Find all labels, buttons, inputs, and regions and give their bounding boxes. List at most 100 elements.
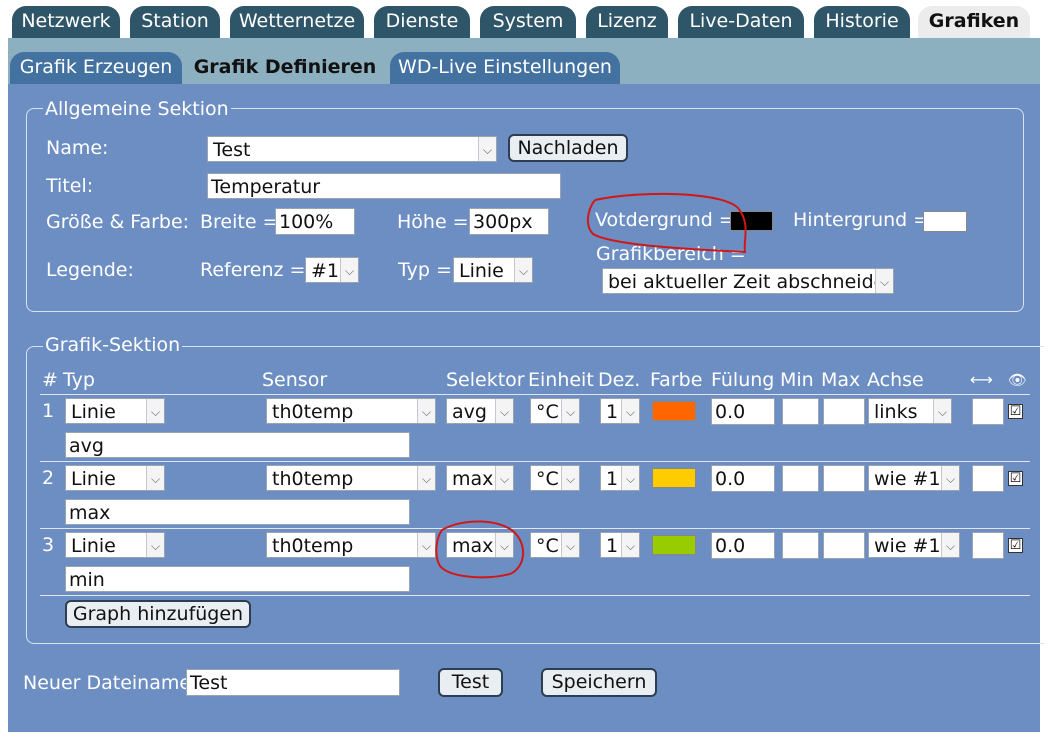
row-3-axis-value: wie #1	[874, 535, 941, 557]
row-1-selector-value: avg	[452, 401, 487, 423]
row-3-selector-value: max	[452, 535, 494, 557]
row-1-type-select[interactable]: Linie ⌵	[65, 398, 165, 424]
tab-live-daten[interactable]: Live-Daten	[678, 6, 804, 38]
row-3-min-input[interactable]	[782, 532, 819, 559]
row-2-sensor-select[interactable]: th0temp ⌵	[266, 465, 436, 491]
header-axis: Achse	[867, 369, 924, 391]
tab-system[interactable]: System	[480, 6, 576, 38]
row-3-max-input[interactable]	[823, 532, 865, 559]
chevron-down-icon: ⌵	[495, 466, 513, 490]
row-2-decimals-select[interactable]: 1 ⌵	[600, 465, 640, 491]
height-input[interactable]: 300px	[469, 208, 549, 235]
row-1-max-input[interactable]	[823, 398, 865, 425]
legend-label: Legende:	[46, 259, 134, 281]
row-1-label-input[interactable]: avg	[65, 432, 410, 458]
header-unit: Einheit	[528, 369, 594, 391]
row-1-unit-select[interactable]: °C ⌵	[530, 398, 580, 424]
chevron-down-icon: ⌵	[340, 258, 358, 282]
row-3-visible-checkbox[interactable]: ☑	[1008, 538, 1023, 553]
row-3-color-swatch[interactable]	[652, 535, 696, 555]
row-1-sensor-value: th0temp	[272, 401, 354, 423]
header-type: Typ	[63, 369, 95, 391]
row-1-decimals-value: 1	[606, 401, 619, 423]
row-2-num: 2	[42, 467, 55, 489]
title-input[interactable]: Temperatur	[207, 173, 561, 199]
row-3-range-input[interactable]	[972, 532, 1004, 559]
header-fill: Fülung	[711, 369, 775, 391]
tab-grafik-definieren[interactable]: Grafik Definieren	[190, 52, 380, 84]
row-1-fill-input[interactable]: 0.0	[711, 398, 775, 425]
row-3-sensor-value: th0temp	[272, 535, 354, 557]
row-3-selector-select[interactable]: max ⌵	[446, 532, 514, 558]
background-color-swatch[interactable]	[923, 211, 967, 232]
row-3-decimals-select[interactable]: 1 ⌵	[600, 532, 640, 558]
row-2-fill-input[interactable]: 0.0	[711, 465, 775, 492]
row-2-label-input[interactable]: max	[65, 499, 410, 525]
row-3-fill-input[interactable]: 0.0	[711, 532, 775, 559]
tab-netzwerk[interactable]: Netzwerk	[12, 6, 120, 38]
tab-historie[interactable]: Historie	[814, 6, 910, 38]
reference-select[interactable]: #1 ⌵	[305, 257, 359, 283]
row-1-color-swatch[interactable]	[652, 401, 696, 421]
tab-grafik-erzeugen[interactable]: Grafik Erzeugen	[10, 52, 182, 84]
graph-area-select-value: bei aktueller Zeit abschneiden	[608, 271, 894, 293]
legend-type-select[interactable]: Linie ⌵	[453, 257, 533, 283]
header-min: Min	[780, 369, 814, 391]
foreground-color-swatch[interactable]	[730, 211, 773, 231]
row-3-unit-select[interactable]: °C ⌵	[530, 532, 580, 558]
row-1-decimals-select[interactable]: 1 ⌵	[600, 398, 640, 424]
background-label: Hintergrund =	[793, 209, 930, 231]
row-2-range-input[interactable]	[972, 465, 1004, 492]
tab-lizenz[interactable]: Lizenz	[586, 6, 668, 38]
row-1-axis-value: links	[874, 401, 918, 423]
legend-type-select-value: Linie	[459, 260, 504, 282]
foreground-label: Votdergrund =	[595, 209, 735, 231]
name-select[interactable]: Test ⌵	[207, 136, 497, 162]
width-label: Breite =	[200, 211, 279, 233]
header-max: Max	[821, 369, 861, 391]
save-button[interactable]: Speichern	[541, 668, 657, 697]
chevron-down-icon: ⌵	[146, 533, 164, 557]
row-2-min-input[interactable]	[782, 465, 819, 492]
row-1-visible-checkbox[interactable]: ☑	[1008, 404, 1023, 419]
row-1-unit-value: °C	[536, 401, 559, 423]
row-1-axis-select[interactable]: links ⌵	[868, 398, 952, 424]
chevron-down-icon: ⌵	[495, 399, 513, 423]
filename-input[interactable]: Test	[186, 669, 400, 696]
graph-area-select[interactable]: bei aktueller Zeit abschneiden ⌵	[602, 268, 894, 294]
row-2-visible-checkbox[interactable]: ☑	[1008, 471, 1023, 486]
chevron-down-icon: ⌵	[561, 533, 579, 557]
tab-station[interactable]: Station	[130, 6, 220, 38]
tab-wetternetze[interactable]: Wetternetze	[230, 6, 364, 38]
tab-wd-live-einstellungen[interactable]: WD-Live Einstellungen	[390, 52, 620, 84]
reference-label: Referenz =	[200, 259, 306, 281]
tab-dienste[interactable]: Dienste	[374, 6, 470, 38]
row-3-label-input[interactable]: min	[65, 566, 410, 592]
width-input[interactable]: 100%	[275, 208, 355, 235]
size-color-label: Größe & Farbe:	[46, 211, 190, 233]
row-2-unit-select[interactable]: °C ⌵	[530, 465, 580, 491]
chevron-down-icon: ⌵	[621, 533, 639, 557]
row-2-selector-select[interactable]: max ⌵	[446, 465, 514, 491]
row-3-sensor-select[interactable]: th0temp ⌵	[266, 532, 436, 558]
tab-grafiken[interactable]: Grafiken	[918, 6, 1030, 38]
add-graph-button[interactable]: Graph hinzufügen	[65, 600, 251, 628]
row-2-type-select[interactable]: Linie ⌵	[65, 465, 165, 491]
row-2-color-swatch[interactable]	[652, 468, 696, 488]
chevron-down-icon: ⌵	[621, 399, 639, 423]
row-1-sensor-select[interactable]: th0temp ⌵	[266, 398, 436, 424]
row-2-axis-select[interactable]: wie #1 ⌵	[868, 465, 960, 491]
name-label: Name:	[46, 137, 109, 159]
row-1-range-input[interactable]	[972, 398, 1004, 425]
row-1-selector-select[interactable]: avg ⌵	[446, 398, 514, 424]
header-sensor: Sensor	[262, 369, 328, 391]
row-1-min-input[interactable]	[782, 398, 819, 425]
row-2-max-input[interactable]	[823, 465, 865, 492]
row-3-type-select[interactable]: Linie ⌵	[65, 532, 165, 558]
test-button[interactable]: Test	[438, 668, 503, 697]
range-icon: ⟷	[970, 370, 993, 389]
reload-button[interactable]: Nachladen	[508, 134, 628, 162]
row-1-num: 1	[42, 400, 55, 422]
type-label: Typ =	[398, 259, 452, 281]
row-3-axis-select[interactable]: wie #1 ⌵	[868, 532, 960, 558]
